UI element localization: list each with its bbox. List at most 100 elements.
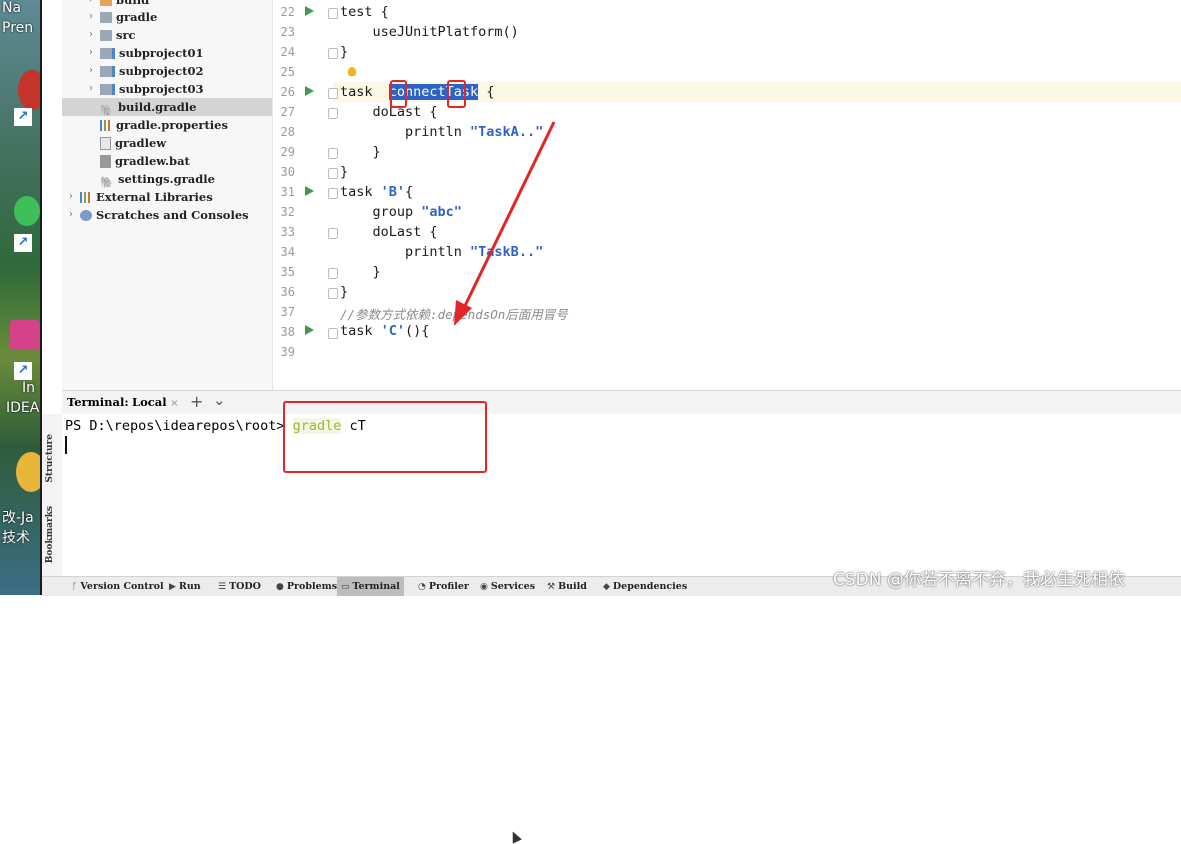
tree-item-gradle-properties[interactable]: gradle.properties	[100, 116, 228, 134]
run-gutter-icon[interactable]	[305, 6, 314, 16]
line-number: 22	[280, 5, 295, 19]
run-gutter-icon[interactable]	[305, 86, 314, 96]
code-line: test {	[340, 4, 389, 20]
chevron-right-icon[interactable]: ›	[86, 80, 96, 98]
shortcut-arrow-icon: ↗	[14, 108, 32, 126]
chevron-right-icon[interactable]: ›	[86, 44, 96, 62]
tree-item-external-libraries[interactable]: › External Libraries	[66, 188, 213, 206]
todo-button[interactable]: ☰ TODO	[214, 577, 265, 596]
fold-marker-icon[interactable]	[328, 268, 338, 279]
fold-marker-icon[interactable]	[328, 288, 338, 299]
problems-button[interactable]: ● Problems	[272, 577, 341, 596]
desktop-app-icon[interactable]	[10, 320, 40, 350]
tree-item-subproject02[interactable]: › subproject02	[86, 62, 203, 80]
tree-item-subproject03[interactable]: › subproject03	[86, 80, 203, 98]
code-line: task connectTask {	[340, 84, 495, 100]
fold-marker-icon[interactable]	[328, 48, 338, 59]
line-number: 35	[280, 265, 295, 279]
tree-item-gradle[interactable]: › gradle	[86, 8, 157, 26]
libraries-icon	[80, 191, 92, 203]
line-number: 33	[280, 225, 295, 239]
tab-local[interactable]: Local ×	[126, 391, 185, 416]
code-comment: //参数方式依赖:dependsOn后面用冒号	[340, 307, 568, 322]
code-line: doLast {	[340, 104, 438, 120]
code-line: println "TaskB.."	[340, 244, 544, 260]
new-tab-plus-icon[interactable]: +	[190, 392, 203, 411]
fold-marker-icon[interactable]	[328, 228, 338, 239]
tool-window-strip: Structure Bookmarks	[42, 414, 63, 576]
folder-icon	[100, 0, 112, 6]
chevron-right-icon[interactable]: ›	[86, 62, 96, 80]
desktop-app-icon[interactable]	[18, 70, 42, 110]
tree-item-gradlew[interactable]: gradlew	[100, 134, 166, 152]
run-gutter-icon[interactable]	[305, 325, 314, 335]
version-control-button[interactable]: ᚴ Version Control	[68, 577, 168, 596]
fold-marker-icon[interactable]	[328, 148, 338, 159]
code-line: }	[340, 44, 349, 60]
code-line: group "abc"	[340, 204, 462, 220]
fold-marker-icon[interactable]	[328, 8, 338, 19]
fold-marker-icon[interactable]	[328, 108, 338, 119]
line-number: 26	[280, 85, 295, 99]
tree-item-subproject01[interactable]: › subproject01	[86, 44, 203, 62]
annotation-box-command	[283, 401, 487, 473]
annotation-box-c	[390, 80, 407, 108]
batch-file-icon	[100, 154, 111, 168]
tree-item-src[interactable]: › src	[86, 26, 136, 44]
chevron-right-icon[interactable]: ›	[86, 8, 96, 26]
terminal-console[interactable]: PS D:\repos\idearepos\root> gradle cT	[62, 414, 1181, 844]
shortcut-arrow-icon: ↗	[14, 362, 32, 380]
fold-marker-icon[interactable]	[328, 328, 338, 339]
desktop-label: Pren	[2, 20, 34, 36]
chevron-right-icon[interactable]: ›	[66, 206, 76, 224]
dependencies-button[interactable]: ◆ Dependencies	[599, 577, 691, 596]
gradle-elephant-icon: 🐘	[100, 175, 114, 189]
build-button[interactable]: ⚒ Build	[543, 577, 591, 596]
terminal-button[interactable]: ▭ Terminal	[337, 577, 404, 596]
fold-marker-icon[interactable]	[328, 188, 338, 199]
line-number: 34	[280, 245, 295, 259]
line-number: 25	[280, 65, 295, 79]
terminal-icon: ▭	[341, 582, 350, 592]
lightbulb-icon[interactable]	[348, 67, 356, 76]
scratches-icon	[80, 209, 92, 221]
structure-tool-button[interactable]: Structure	[45, 434, 55, 483]
fold-marker-icon[interactable]	[328, 88, 338, 99]
terminal-toolbar: Terminal: Local × + ⌄	[62, 390, 1181, 416]
desktop-app-icon[interactable]	[16, 452, 42, 492]
run-icon: ▶	[169, 582, 176, 592]
chevron-right-icon[interactable]: ›	[86, 26, 96, 44]
code-editor[interactable]: 22 23 24 25 26 27 28 29 30 31 32 33 34 3…	[273, 0, 1181, 390]
script-file-icon	[100, 136, 111, 150]
folder-icon	[100, 29, 112, 41]
line-number: 31	[280, 185, 295, 199]
fold-marker-icon[interactable]	[328, 168, 338, 179]
watermark: CSDN @你若不离不弃，我必生死相依	[833, 570, 1125, 590]
tree-item-scratches[interactable]: › Scratches and Consoles	[66, 206, 249, 224]
profiler-button[interactable]: ◔ Profiler	[414, 577, 473, 596]
line-number: 23	[280, 25, 295, 39]
run-gutter-icon[interactable]	[305, 186, 314, 196]
tab-local-label: Local	[132, 395, 167, 409]
desktop-app-icon[interactable]	[14, 196, 40, 226]
chevron-right-icon[interactable]: ›	[66, 188, 76, 206]
code-line: task 'C'(){	[340, 323, 430, 339]
desktop-label: In	[22, 380, 36, 396]
services-button[interactable]: ◉ Services	[476, 577, 539, 596]
close-tab-icon[interactable]: ×	[170, 398, 178, 409]
bookmarks-tool-button[interactable]: Bookmarks	[45, 506, 55, 563]
mouse-pointer-icon	[508, 829, 522, 844]
chevron-down-icon[interactable]: ⌄	[213, 391, 226, 409]
line-number: 37	[280, 305, 295, 319]
desktop-label: 技术	[2, 530, 30, 546]
line-number: 27	[280, 105, 295, 119]
problems-icon: ●	[276, 582, 284, 592]
tree-item-settings-gradle[interactable]: 🐘 settings.gradle	[100, 170, 215, 189]
line-number: 38	[280, 325, 295, 339]
tree-item-gradlew-bat[interactable]: gradlew.bat	[100, 152, 190, 170]
line-number: 32	[280, 205, 295, 219]
line-number: 36	[280, 285, 295, 299]
terminal-header-label: Terminal:	[67, 395, 129, 409]
run-button[interactable]: ▶ Run	[165, 577, 205, 596]
tree-item-build-gradle[interactable]: 🐘 build.gradle	[62, 98, 272, 117]
